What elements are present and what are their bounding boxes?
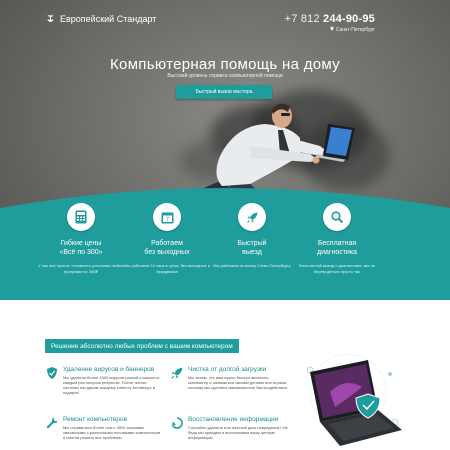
wrench-icon <box>45 416 59 430</box>
feature-free-diagnostics: Бесплатная диагностика Бесплатный выезд и… <box>287 190 387 274</box>
services-section: Решение абсолютно любых проблем с вашим … <box>0 302 450 450</box>
location-pin-icon <box>330 26 334 33</box>
magnifier-icon <box>323 203 351 231</box>
city-label: Санкт-Петербург <box>285 26 375 33</box>
page-subtitle: Высокий уровень сервиса компьютерной пом… <box>167 73 283 79</box>
logo[interactable]: Европейский Стандарт <box>46 14 156 24</box>
feature-description: У нас все просто: стоимость установки лю… <box>38 263 124 274</box>
svg-text:7: 7 <box>165 217 168 223</box>
feature-title: Гибкие цены «Всё по 300» <box>59 240 103 256</box>
page-title: Компьютерная помощь на дому <box>110 56 340 73</box>
phone-number[interactable]: +7 812 244-90-95 <box>285 13 375 25</box>
rocket-icon <box>170 366 184 380</box>
calculator-icon <box>67 203 95 231</box>
features-row: Гибкие цены «Всё по 300» У нас все просто… <box>0 190 450 302</box>
feature-title: Бесплатная диагностика <box>317 240 357 256</box>
feature-description: Бесплатный выезд и диагностика, мы не бе… <box>299 263 375 274</box>
recycle-icon <box>170 416 184 430</box>
contact-info: +7 812 244-90-95 Санкт-Петербург <box>285 13 375 33</box>
logo-text: Европейский Стандарт <box>60 14 157 24</box>
feature-flexible-prices: Гибкие цены «Всё по 300» У нас все просто… <box>31 190 131 274</box>
top-bar: Европейский Стандарт +7 812 244-90-95 Са… <box>0 0 450 36</box>
rocket-icon <box>238 203 266 231</box>
calendar-icon: 7 <box>153 203 181 231</box>
shield-icon <box>45 366 59 380</box>
services-banner: Решение абсолютно любых проблем с вашим … <box>45 339 239 353</box>
logo-icon <box>46 14 55 24</box>
laptop-illustration <box>306 353 402 446</box>
